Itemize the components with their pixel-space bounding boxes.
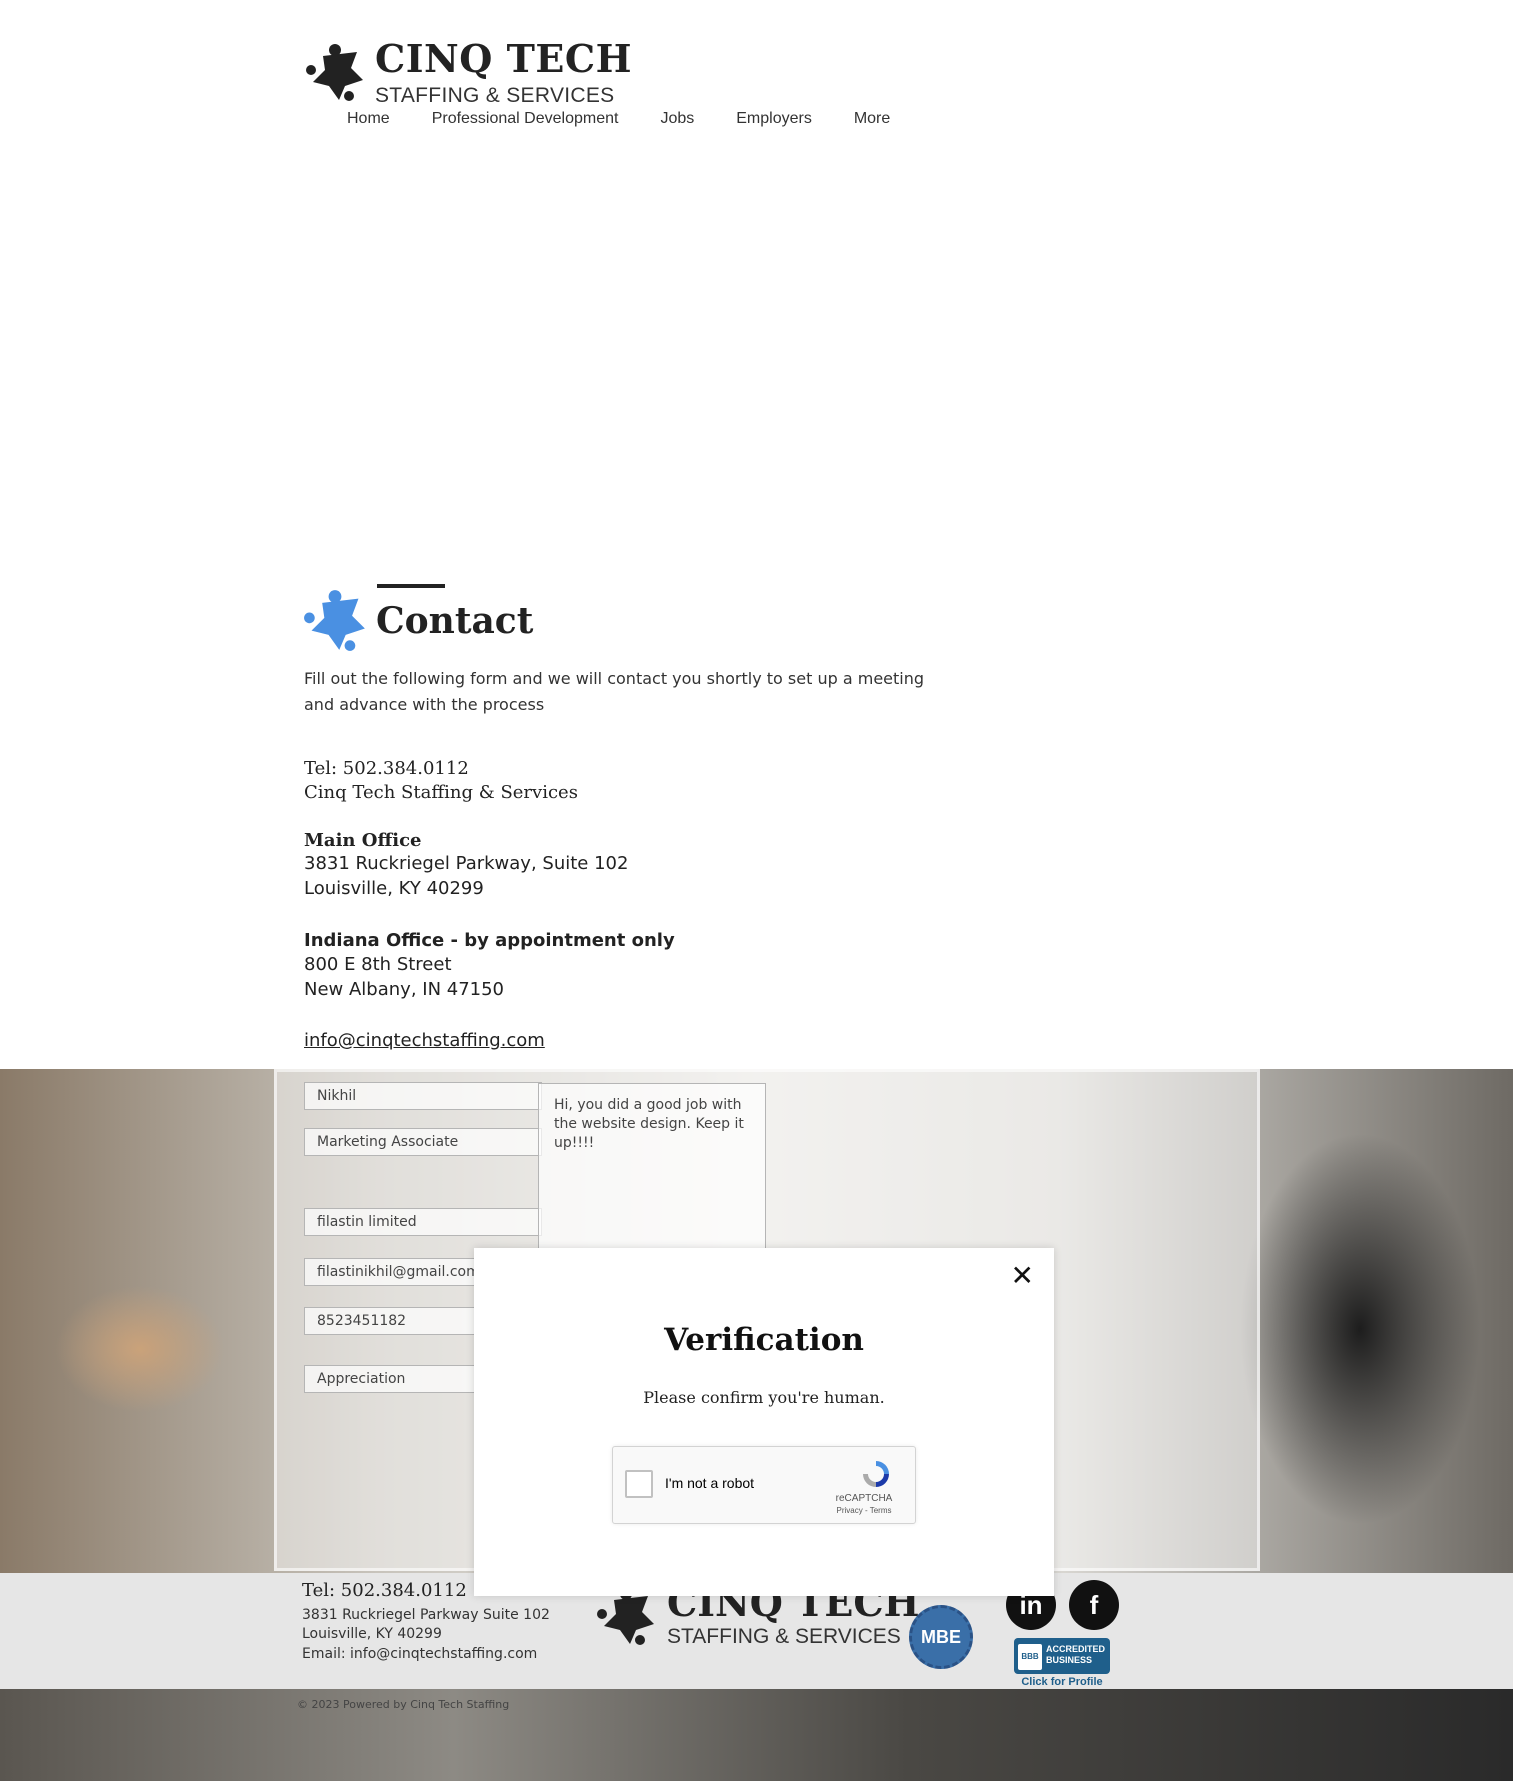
footer-email[interactable]: Email: info@cinqtechstaffing.com [302,1645,537,1664]
nav-item-home[interactable]: Home [347,110,390,128]
indiana-office-line2: New Albany, IN 47150 [304,979,505,1000]
brand-title[interactable]: CINQ TECH [375,36,632,81]
contact-email-link[interactable]: info@cinqtechstaffing.com [304,1028,545,1053]
contact-logo-icon [304,590,365,651]
facebook-icon[interactable]: f [1069,1580,1119,1630]
copyright-text: © 2023 Powered by Cinq Tech Staffing [297,1698,510,1711]
modal-title: Verification [664,1322,864,1358]
recaptcha-logo-icon [863,1461,889,1487]
footer-brand-subtitle: STAFFING & SERVICES [667,1625,901,1648]
main-office-label: Main Office [304,830,422,851]
bottom-photo-band [0,1689,1513,1781]
recaptcha-brand: reCAPTCHA [835,1493,893,1504]
nav-item-professional-development[interactable]: Professional Development [432,110,619,128]
name-field[interactable]: Nikhil [304,1082,542,1110]
footer-address-line2: Louisville, KY 40299 [302,1626,442,1642]
recaptcha-checkbox[interactable] [625,1470,653,1498]
contact-description: Fill out the following form and we will … [304,669,925,714]
mbe-certified-badge: MBE [909,1605,973,1669]
brand-subtitle: STAFFING & SERVICES [375,84,615,107]
nav-item-more[interactable]: More [854,110,890,128]
recaptcha-widget: I'm not a robot reCAPTCHA Privacy - Term… [612,1446,916,1524]
verification-modal: ✕ Verification Please confirm you're hum… [474,1248,1054,1596]
bbb-torch-icon: BBB [1018,1644,1042,1670]
indiana-office-line1: 800 E 8th Street [304,954,452,975]
contact-tel: Tel: 502.384.0112 [304,758,469,779]
modal-subtitle: Please confirm you're human. [643,1388,885,1407]
recaptcha-privacy-terms[interactable]: Privacy - Terms [819,1506,909,1515]
brand-logo-icon[interactable] [305,42,365,102]
main-nav: Home Professional Development Jobs Emplo… [347,110,932,128]
main-office-line1: 3831 Ruckriegel Parkway, Suite 102 [304,853,629,874]
recaptcha-label: I'm not a robot [665,1475,755,1491]
contact-company: Cinq Tech Staffing & Services [304,782,578,803]
bbb-cta: Click for Profile [1021,1676,1103,1688]
contact-divider [377,584,445,588]
job-title-field[interactable]: Marketing Associate [304,1128,542,1156]
indiana-office-label: Indiana Office - by appointment only [304,930,675,951]
contact-heading: Contact [376,600,534,642]
message-field[interactable]: Hi, you did a good job with the website … [538,1083,766,1253]
nav-item-jobs[interactable]: Jobs [660,110,694,128]
footer-tel: Tel: 502.384.0112 [302,1580,467,1601]
footer-address-line1: 3831 Ruckriegel Parkway Suite 102 [302,1607,550,1623]
bbb-label: ACCREDITED BUSINESS [1046,1644,1106,1665]
main-office-line2: Louisville, KY 40299 [304,878,484,899]
company-field[interactable]: filastin limited [304,1208,542,1236]
bbb-accredited-badge[interactable]: BBB ACCREDITED BUSINESS Click for Profil… [1014,1638,1110,1690]
nav-item-employers[interactable]: Employers [736,110,812,128]
close-icon[interactable]: ✕ [1011,1262,1034,1290]
